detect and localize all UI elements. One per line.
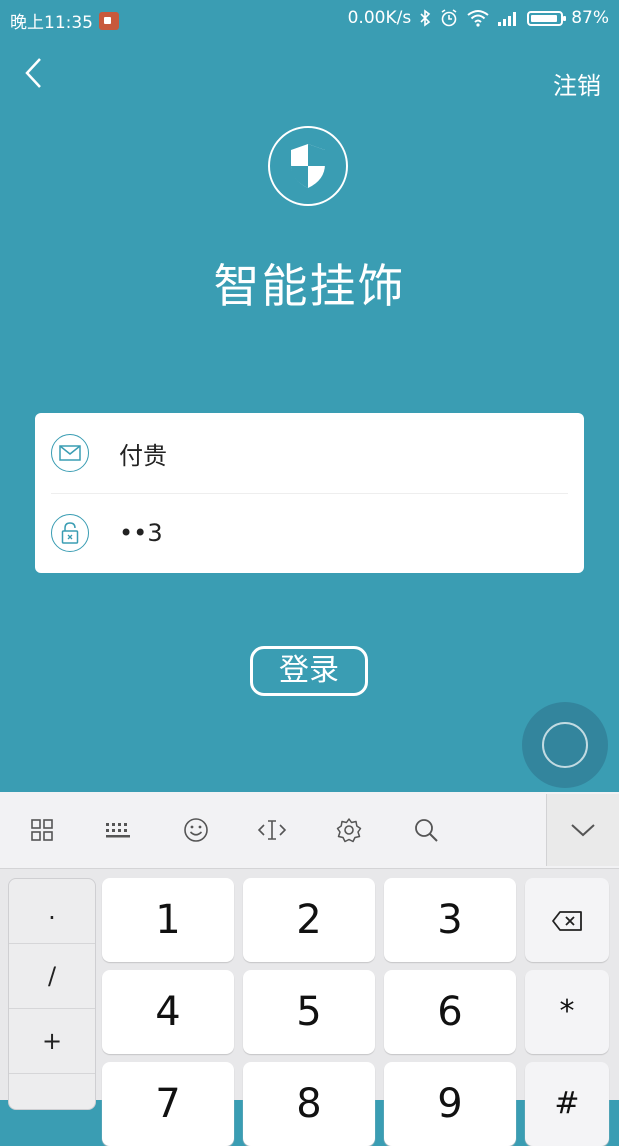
key-hash[interactable]: #	[525, 1062, 609, 1146]
keyboard-toolbar	[0, 792, 619, 869]
floating-assist-button[interactable]	[522, 702, 608, 788]
key-6[interactable]: 6	[384, 970, 516, 1054]
network-speed: 0.00K/s	[347, 8, 412, 28]
password-row[interactable]: ••3	[51, 493, 568, 573]
screen-record-icon	[99, 11, 119, 30]
key-8[interactable]: 8	[243, 1062, 375, 1146]
lock-icon	[51, 514, 89, 552]
account-input[interactable]: 付贵	[119, 436, 167, 471]
key-multiply[interactable]: *	[525, 970, 609, 1054]
keyboard-collapse-button[interactable]	[546, 794, 619, 866]
key-1[interactable]: 1	[102, 878, 234, 962]
chevron-down-icon	[571, 824, 595, 837]
key-4[interactable]: 4	[102, 970, 234, 1054]
battery-percent: 87%	[571, 8, 609, 28]
login-form: 付贵 ••3	[35, 413, 584, 573]
back-button[interactable]	[22, 56, 52, 90]
bluetooth-icon	[420, 9, 431, 27]
keyboard-layout-icon[interactable]	[102, 814, 134, 846]
keyboard: . / + 1 2 3 4 5 6 * 7 8 9 #	[0, 792, 619, 1146]
wifi-icon	[467, 10, 489, 27]
emoji-icon[interactable]	[180, 814, 212, 846]
symbol-key-dot[interactable]: .	[9, 879, 95, 944]
floating-ring-icon	[542, 722, 588, 768]
signal-icon	[498, 12, 517, 26]
shield-badge	[268, 126, 348, 206]
apps-grid-icon[interactable]	[26, 814, 58, 846]
backspace-key[interactable]	[525, 878, 609, 962]
chevron-left-icon	[25, 58, 41, 88]
key-7[interactable]: 7	[102, 1062, 234, 1146]
status-time: 晚上11:35	[10, 13, 93, 33]
search-icon[interactable]	[410, 814, 442, 846]
symbol-key-slash[interactable]: /	[9, 944, 95, 1009]
battery-icon	[527, 10, 567, 26]
key-5[interactable]: 5	[243, 970, 375, 1054]
logout-button[interactable]: 注销	[553, 66, 601, 101]
shield-icon	[291, 144, 325, 188]
mail-icon	[51, 434, 89, 472]
alarm-icon	[441, 9, 457, 27]
login-button[interactable]: 登录	[250, 646, 368, 696]
cursor-move-icon[interactable]	[256, 814, 288, 846]
account-row[interactable]: 付贵	[51, 413, 568, 494]
gear-icon[interactable]	[333, 814, 365, 846]
key-2[interactable]: 2	[243, 878, 375, 962]
backspace-icon	[552, 910, 582, 931]
symbol-key-plus[interactable]: +	[9, 1009, 95, 1074]
password-input[interactable]: ••3	[119, 519, 163, 547]
symbol-column: . / +	[8, 878, 96, 1110]
key-3[interactable]: 3	[384, 878, 516, 962]
status-bar: 晚上11:35 0.00K/s 87%	[0, 0, 619, 36]
key-9[interactable]: 9	[384, 1062, 516, 1146]
app-title: 智能挂饰	[213, 259, 406, 313]
